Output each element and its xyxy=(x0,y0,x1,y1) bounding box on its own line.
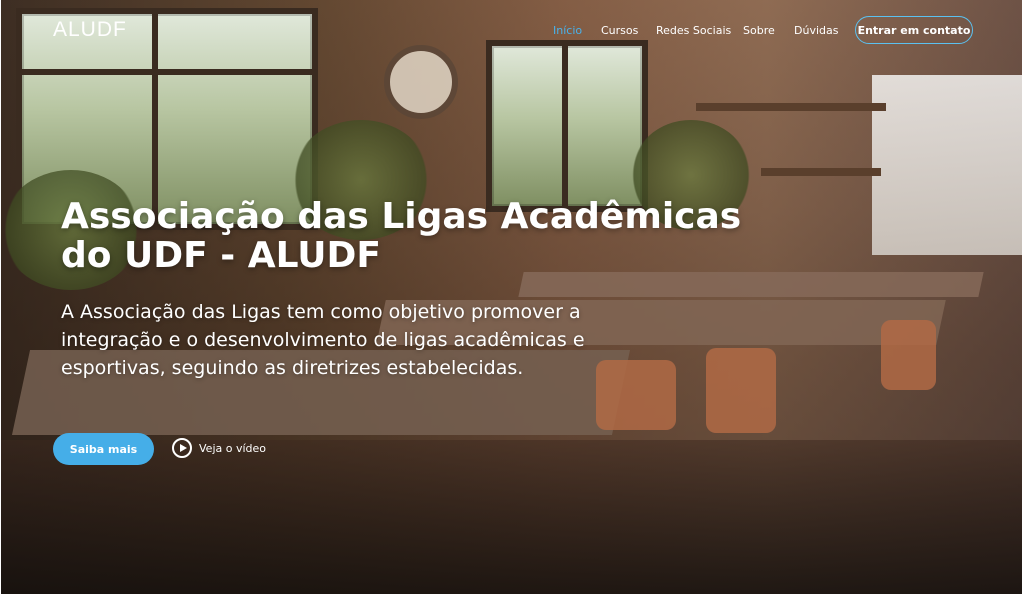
nav-item-duvidas[interactable]: Dúvidas xyxy=(794,24,838,37)
wall-clock-image xyxy=(384,45,458,119)
nav-item-redes-sociais[interactable]: Redes Sociais xyxy=(656,24,731,37)
watch-video-label[interactable]: Veja o vídeo xyxy=(199,442,266,455)
nav-item-sobre[interactable]: Sobre xyxy=(743,24,775,37)
hero-section: ALUDF Início Cursos Redes Sociais Sobre … xyxy=(1,0,1022,594)
site-logo[interactable]: ALUDF xyxy=(53,18,127,42)
wall-shelf xyxy=(696,103,886,111)
classroom-chair xyxy=(706,348,776,433)
learn-more-button[interactable]: Saiba mais xyxy=(53,433,154,465)
nav-item-cursos[interactable]: Cursos xyxy=(601,24,638,37)
hero-subtitle-line: A Associação das Ligas tem como objetivo… xyxy=(61,301,581,323)
classroom-chair xyxy=(881,320,936,390)
wall-shelf-lower xyxy=(761,168,881,176)
play-circle-icon[interactable] xyxy=(172,438,192,458)
watch-video-link[interactable]: Veja o vídeo xyxy=(172,437,266,459)
hero-title-line: do UDF - ALUDF xyxy=(61,235,381,276)
hero-subtitle-line: esportivas, seguindo as diretrizes estab… xyxy=(61,357,524,379)
hero-subtitle-line: integração e o desenvolvimento de ligas … xyxy=(61,329,585,351)
hero-subtitle: A Associação das Ligas tem como objetivo… xyxy=(61,298,661,382)
nav-item-inicio[interactable]: Início xyxy=(553,24,582,37)
hero-title-line: Associação das Ligas Acadêmicas xyxy=(61,196,742,237)
classroom-desk xyxy=(518,272,984,297)
contact-button[interactable]: Entrar em contato xyxy=(855,16,973,44)
classroom-window-center xyxy=(486,40,648,212)
whiteboard-image xyxy=(872,75,1022,255)
classroom-floor xyxy=(1,440,1022,594)
hero-title: Associação das Ligas Acadêmicas do UDF -… xyxy=(61,197,781,275)
